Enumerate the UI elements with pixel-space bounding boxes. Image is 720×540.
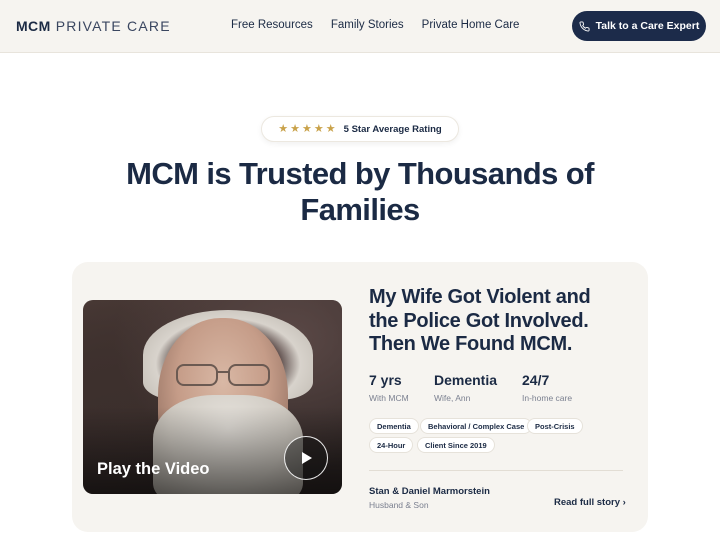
stat-value: 24/7 <box>522 372 550 388</box>
stat-condition: Dementia Wife, Ann <box>434 372 497 403</box>
star-icon: ★ <box>302 122 312 135</box>
read-full-story-link[interactable]: Read full story › <box>554 497 626 508</box>
play-icon <box>302 452 312 464</box>
nav-private-home-care[interactable]: Private Home Care <box>422 19 520 31</box>
divider <box>369 470 623 471</box>
star-icon: ★ <box>290 122 301 135</box>
stat-value: Dementia <box>434 372 498 388</box>
page-headline: MCM is Trusted by Thousands of Families <box>126 156 594 227</box>
story-person-relation: Husband & Son <box>369 500 429 510</box>
site-header: MCM PRIVATE CARE Free Resources Family S… <box>0 0 720 53</box>
star-icon: ★ <box>325 122 336 135</box>
stat-label: With MCM <box>369 393 409 403</box>
tag-post-crisis: Post-Crisis <box>527 418 583 434</box>
nav-free-resources[interactable]: Free Resources <box>231 19 313 31</box>
stat-label: Wife, Ann <box>434 393 471 403</box>
rating-text: 5 Star Average Rating <box>343 123 442 135</box>
stat-label: In-home care <box>522 393 573 403</box>
star-icon: ★ <box>278 122 289 135</box>
tag-dementia: Dementia <box>369 418 419 434</box>
talk-to-care-expert-button[interactable]: Talk to a Care Expert <box>572 11 706 41</box>
logo-mark: MCM <box>16 18 51 34</box>
tag-client-since: Client Since 2019 <box>417 437 495 453</box>
phone-icon <box>579 20 590 31</box>
rating-badge: ★ ★ ★ ★ ★ 5 Star Average Rating <box>261 116 459 142</box>
cta-label: Talk to a Care Expert <box>595 20 700 32</box>
stat-care-type: 24/7 In-home care <box>522 372 572 403</box>
play-video-label[interactable]: Play the Video <box>97 460 210 479</box>
tag-behavioral: Behavioral / Complex Case <box>420 418 533 434</box>
main-nav: Free Resources Family Stories Private Ho… <box>231 19 519 31</box>
star-rating: ★ ★ ★ ★ ★ <box>278 122 336 135</box>
stat-duration: 7 yrs With MCM <box>369 372 409 403</box>
story-title: My Wife Got Violent and the Police Got I… <box>369 286 591 355</box>
logo[interactable]: MCM PRIVATE CARE <box>16 18 171 34</box>
logo-text: PRIVATE CARE <box>55 18 171 34</box>
nav-family-stories[interactable]: Family Stories <box>331 19 404 31</box>
play-button[interactable] <box>284 436 328 480</box>
stat-value: 7 yrs <box>369 372 402 388</box>
story-person-name: Stan & Daniel Marmorstein <box>369 486 490 497</box>
tag-24-hour: 24-Hour <box>369 437 414 453</box>
star-icon: ★ <box>313 122 324 135</box>
